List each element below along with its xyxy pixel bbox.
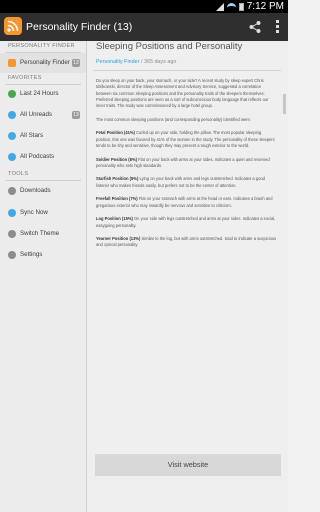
feed-link[interactable]: Personality Finder xyxy=(96,59,139,65)
article-paragraph: The most common sleeping positions (and … xyxy=(96,116,251,122)
sidebar-item-label: All Unreads xyxy=(20,111,52,118)
settings-icon xyxy=(8,251,16,259)
section-header-personality-finder: PERSONALITY FINDER xyxy=(8,43,75,49)
clock-time: 7:12 PM xyxy=(246,1,284,12)
sidebar-item-all-unreads[interactable]: All Unreads 13 xyxy=(0,105,86,125)
sidebar-item-label: All Podcasts xyxy=(20,153,55,160)
star-icon xyxy=(8,132,16,140)
clock-icon xyxy=(8,90,16,98)
sidebar-item-last-24-hours[interactable]: Last 24 Hours xyxy=(0,84,86,104)
sidebar-item-switch-theme[interactable]: Switch Theme xyxy=(0,224,86,244)
status-bar: 7:12 PM xyxy=(0,0,288,13)
article-body: Do you sleep on your back, your stomach,… xyxy=(96,78,277,256)
divider xyxy=(93,70,281,71)
article-title: Sleeping Positions and Personality xyxy=(96,41,243,52)
sidebar-item-label: Switch Theme xyxy=(20,230,60,237)
section-header-favorites: FAVORITES xyxy=(8,75,42,81)
article-paragraph: Do you sleep on your back, your stomach,… xyxy=(96,78,269,109)
action-bar: Personality Finder (13) xyxy=(0,13,288,41)
scrollbar-thumb[interactable] xyxy=(283,94,286,114)
battery-icon xyxy=(238,2,244,11)
section-header-tools: TOOLS xyxy=(8,171,29,177)
download-icon xyxy=(8,187,16,195)
article-paragraph: Freefall Position (7%) Flat on your stom… xyxy=(96,196,273,208)
wifi-icon xyxy=(226,2,236,11)
article-view: Sleeping Positions and Personality Perso… xyxy=(87,41,288,512)
sidebar-item-label: Settings xyxy=(20,251,43,258)
sidebar-item-settings[interactable]: Settings xyxy=(0,245,86,265)
article-paragraph: Log Position (15%) On your side with leg… xyxy=(96,216,276,228)
unread-count-badge: 13 xyxy=(72,111,80,119)
sidebar-item-label: Sync Now xyxy=(20,209,48,216)
sidebar-item-label: Downloads xyxy=(20,187,51,194)
sidebar-item-downloads[interactable]: Downloads xyxy=(0,181,86,201)
article-paragraph: Starfish Position (5%) Lying on your bac… xyxy=(96,176,265,188)
sidebar-item-all-stars[interactable]: All Stars xyxy=(0,126,86,146)
sidebar-item-sync-now[interactable]: Sync Now xyxy=(0,203,86,223)
share-icon[interactable] xyxy=(248,20,262,34)
visit-website-button[interactable]: Visit website xyxy=(95,454,281,476)
sidebar-item-all-podcasts[interactable]: All Podcasts xyxy=(0,147,86,167)
podcast-icon xyxy=(8,153,16,161)
overflow-menu-icon[interactable] xyxy=(274,20,280,34)
rss-app-icon[interactable] xyxy=(4,17,22,35)
article-meta: Personality Finder / 365 days ago xyxy=(96,59,176,65)
sync-icon xyxy=(8,209,16,217)
sidebar-item-label: All Stars xyxy=(20,132,44,139)
article-paragraph: Yearner Position (13%) Similar to the lo… xyxy=(96,236,277,248)
article-age: / 365 days ago xyxy=(139,59,177,65)
unread-count-badge: 13 xyxy=(72,59,80,67)
rss-icon xyxy=(8,59,16,67)
sidebar: PERSONALITY FINDER Personality Finder 13… xyxy=(0,41,87,512)
article-paragraph: Fetal Position (41%) Curled up on your s… xyxy=(96,130,275,148)
sidebar-item-label: Last 24 Hours xyxy=(20,90,59,97)
unread-icon xyxy=(8,111,16,119)
signal-icon xyxy=(215,2,224,11)
article-paragraph: Soldier Position (8%) Flat on your back … xyxy=(96,156,270,168)
sidebar-item-label: Personality Finder xyxy=(20,59,70,66)
theme-icon xyxy=(8,230,16,238)
sidebar-item-personality-finder[interactable]: Personality Finder 13 xyxy=(0,53,86,73)
app-title: Personality Finder (13) xyxy=(26,21,133,33)
